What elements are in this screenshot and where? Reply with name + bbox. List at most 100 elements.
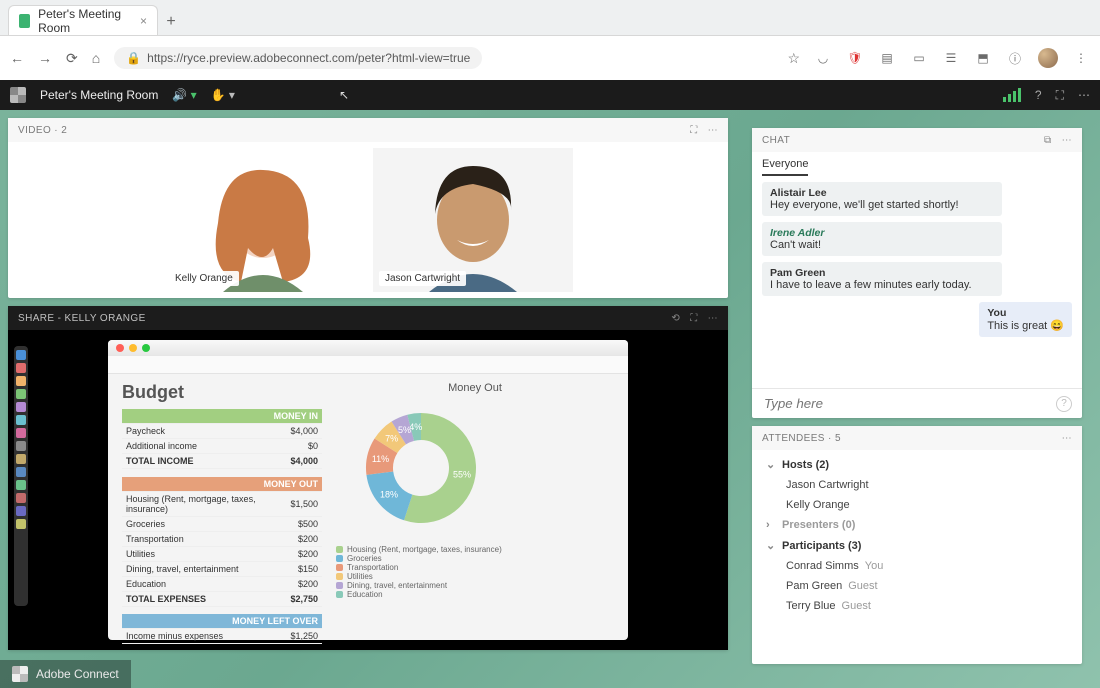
close-tab-icon[interactable]: × xyxy=(140,14,147,28)
chat-input-row: ? xyxy=(752,388,1082,418)
legend-item: Transportation xyxy=(336,563,614,572)
chat-pod: CHAT ⧉ ⋯ Everyone Alistair LeeHey everyo… xyxy=(752,128,1082,418)
url-text: https://ryce.preview.adobeconnect.com/pe… xyxy=(147,51,470,65)
expand-icon[interactable]: ⛶ xyxy=(690,125,697,136)
home-button[interactable]: ⌂ xyxy=(92,50,100,66)
table-row: Transportation$200 xyxy=(122,531,322,546)
svg-text:55%: 55% xyxy=(453,469,471,479)
address-bar[interactable]: 🔒 https://ryce.preview.adobeconnect.com/… xyxy=(114,47,482,69)
share-stage: Budget MONEY IN Paycheck$4,000 Additiona… xyxy=(8,330,728,650)
chart-legend: Housing (Rent, mortgage, taxes, insuranc… xyxy=(336,545,614,599)
extension-icon-3[interactable]: ☰ xyxy=(942,51,960,65)
chat-help-icon[interactable]: ? xyxy=(1056,396,1072,412)
attendee-group-header[interactable]: ⌄Hosts (2) xyxy=(752,454,1082,475)
browser-menu-icon[interactable]: ⋮ xyxy=(1072,51,1090,65)
chat-message: Irene AdlerCan't wait! xyxy=(762,222,1002,256)
svg-text:4%: 4% xyxy=(409,422,422,432)
table-row: Paycheck$4,000 xyxy=(122,424,322,439)
traffic-min-icon xyxy=(129,344,137,352)
sync-icon[interactable]: ⟲ xyxy=(671,313,680,324)
chart-title: Money Out xyxy=(336,382,614,394)
pod-menu-icon[interactable]: ⋯ xyxy=(1062,433,1072,444)
pod-menu-icon[interactable]: ⋯ xyxy=(708,313,718,324)
chat-message: Alistair LeeHey everyone, we'll get star… xyxy=(762,182,1002,216)
svg-text:7%: 7% xyxy=(385,434,398,444)
legend-item: Housing (Rent, mortgage, taxes, insuranc… xyxy=(336,545,614,554)
extension-icon[interactable]: ▤ xyxy=(878,51,896,65)
signal-icon xyxy=(1003,88,1021,102)
attendee-item[interactable]: Terry BlueGuest xyxy=(752,596,1082,616)
profile-avatar[interactable] xyxy=(1038,48,1058,68)
traffic-close-icon xyxy=(116,344,124,352)
video-count: 2 xyxy=(61,125,67,136)
brand-logo-icon xyxy=(12,666,28,682)
mac-toolbar xyxy=(108,356,628,374)
doc-title: Budget xyxy=(122,382,322,403)
new-tab-button[interactable]: + xyxy=(158,9,184,35)
attendees-title: ATTENDEES xyxy=(762,433,825,444)
attendees-list: ⌄Hosts (2)Jason CartwrightKelly Orange›P… xyxy=(752,450,1082,620)
popout-icon[interactable]: ⧉ xyxy=(1044,135,1052,146)
table-row: Education$200 xyxy=(122,576,322,591)
extension-icon-4[interactable]: ⬒ xyxy=(974,51,992,65)
cursor-icon: ↖ xyxy=(339,88,349,102)
video-tile[interactable]: Jason Cartwright xyxy=(373,148,573,292)
shared-window: Budget MONEY IN Paycheck$4,000 Additiona… xyxy=(108,340,628,640)
mac-titlebar xyxy=(108,340,628,356)
attendee-item[interactable]: Conrad SimmsYou xyxy=(752,556,1082,576)
extension-icon-2[interactable]: ▭ xyxy=(910,51,928,65)
attendee-item[interactable]: Jason Cartwright xyxy=(752,475,1082,495)
attendees-pod: ATTENDEES · 5 ⋯ ⌄Hosts (2)Jason Cartwrig… xyxy=(752,426,1082,664)
table-row: Utilities$200 xyxy=(122,546,322,561)
adblock-icon[interactable]: 🛡 xyxy=(846,51,864,65)
attendee-group-header[interactable]: ⌄Participants (3) xyxy=(752,535,1082,556)
raise-hand-icon[interactable]: ✋ ▾ xyxy=(211,88,235,102)
pod-menu-icon[interactable]: ⋯ xyxy=(708,125,718,136)
tab-title: Peter's Meeting Room xyxy=(38,7,132,35)
table-row: Housing (Rent, mortgage, taxes, insuranc… xyxy=(122,491,322,516)
table-row: TOTAL INCOME$4,000 xyxy=(122,454,322,469)
address-bar-row: ← → ⟳ ⌂ 🔒 https://ryce.preview.adobeconn… xyxy=(0,36,1100,80)
star-icon[interactable]: ☆ xyxy=(787,50,800,67)
pod-menu-icon[interactable]: ⋯ xyxy=(1062,135,1072,146)
expand-icon[interactable]: ⛶ xyxy=(690,313,697,324)
section-header: MONEY LEFT OVER xyxy=(122,614,322,629)
share-pod-header: SHARE - KELLY ORANGE ⟲ ⛶ ⋯ xyxy=(8,306,728,330)
app-logo-icon xyxy=(10,87,26,103)
table-row: Groceries$500 xyxy=(122,516,322,531)
back-button[interactable]: ← xyxy=(10,50,24,66)
info-icon[interactable]: ⓘ xyxy=(1006,50,1024,67)
chat-message: Pam GreenI have to leave a few minutes e… xyxy=(762,262,1002,296)
section-header: MONEY OUT xyxy=(122,477,322,492)
table-row: Dining, travel, entertainment$150 xyxy=(122,561,322,576)
browser-tab[interactable]: Peter's Meeting Room × xyxy=(8,5,158,35)
reload-button[interactable]: ⟳ xyxy=(66,50,78,67)
attendee-group-header[interactable]: ›Presenters (0) xyxy=(752,515,1082,535)
forward-button[interactable]: → xyxy=(38,50,52,66)
legend-item: Utilities xyxy=(336,572,614,581)
tab-strip: Peter's Meeting Room × + xyxy=(0,0,1100,36)
chat-tab-everyone[interactable]: Everyone xyxy=(762,158,808,176)
attendee-item[interactable]: Pam GreenGuest xyxy=(752,576,1082,596)
chat-tabs: Everyone xyxy=(752,152,1082,176)
pocket-icon[interactable]: ◡ xyxy=(814,51,832,65)
help-icon[interactable]: ? xyxy=(1035,88,1042,102)
brand-name: Adobe Connect xyxy=(36,667,119,681)
legend-item: Education xyxy=(336,590,614,599)
video-grid: Kelly Orange Jason Cartwright xyxy=(8,142,728,298)
video-pod: VIDEO · 2 ⛶ ⋯ Kelly Orange Jason Cartwri… xyxy=(8,118,728,298)
app-menu-icon[interactable]: ⋯ xyxy=(1078,88,1090,102)
mac-dock xyxy=(14,346,28,606)
video-pod-header: VIDEO · 2 ⛶ ⋯ xyxy=(8,118,728,142)
budget-table: MONEY IN Paycheck$4,000 Additional incom… xyxy=(122,409,322,644)
legend-item: Dining, travel, entertainment xyxy=(336,581,614,590)
chat-input[interactable] xyxy=(762,395,1056,412)
speaker-icon[interactable]: 🔊 ▾ xyxy=(172,88,196,102)
attendee-item[interactable]: Kelly Orange xyxy=(752,495,1082,515)
video-tile[interactable]: Kelly Orange xyxy=(163,148,363,292)
table-row: Additional income$0 xyxy=(122,439,322,454)
browser-chrome: Peter's Meeting Room × + ← → ⟳ ⌂ 🔒 https… xyxy=(0,0,1100,80)
video-pod-title: VIDEO xyxy=(18,125,51,136)
svg-text:18%: 18% xyxy=(380,489,398,499)
fullscreen-icon[interactable]: ⛶ xyxy=(1056,88,1064,103)
